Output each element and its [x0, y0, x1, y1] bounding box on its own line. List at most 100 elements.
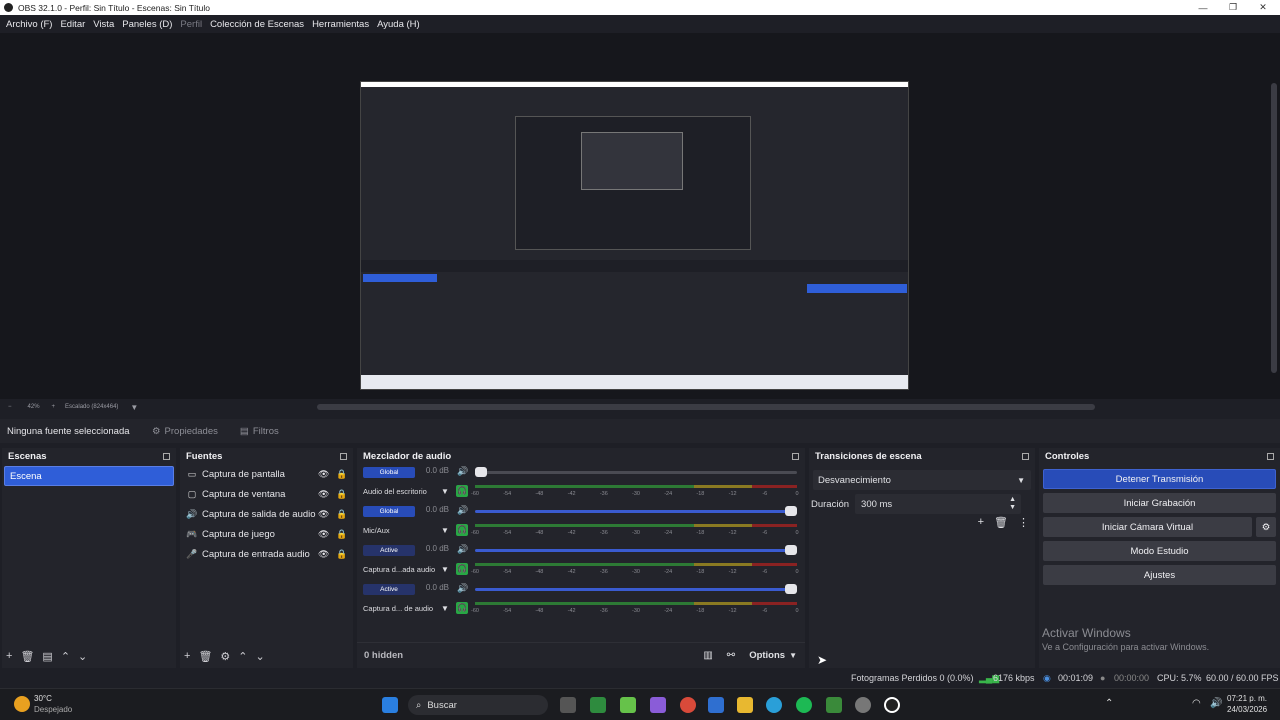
channel-badge[interactable]: Active	[363, 545, 415, 556]
preview-area[interactable]	[0, 33, 1280, 399]
settings-app-icon[interactable]	[855, 697, 871, 713]
undock-icon[interactable]	[340, 452, 347, 460]
options-button[interactable]: Options	[749, 650, 785, 661]
lock-icon[interactable]: 🔒	[336, 489, 347, 500]
menu-editar[interactable]: Editar	[60, 19, 85, 30]
trash-icon[interactable]: 🗑	[198, 650, 212, 663]
headphones-icon[interactable]: 🎧	[456, 485, 468, 497]
close-icon[interactable]: ✕	[1248, 0, 1278, 15]
start-recording-button[interactable]: Iniciar Grabación	[1043, 493, 1276, 513]
chevron-down-icon[interactable]: ▼	[441, 487, 449, 496]
chevron-up-icon[interactable]: ⌃	[1105, 698, 1113, 709]
menu-perfil[interactable]: Perfil	[180, 19, 202, 30]
preview-horizontal-scrollbar[interactable]	[317, 404, 1095, 410]
eye-icon[interactable]: 👁	[318, 529, 329, 540]
minimize-icon[interactable]: —	[1188, 0, 1218, 15]
volume-slider[interactable]	[475, 588, 797, 591]
speaker-icon[interactable]: 🔊	[457, 466, 468, 477]
chevron-up-icon[interactable]: ⌃	[238, 650, 247, 663]
channel-badge[interactable]: Global	[363, 506, 415, 517]
spotify-icon[interactable]	[796, 697, 812, 713]
chrome-icon[interactable]	[680, 697, 696, 713]
app-icon[interactable]	[650, 697, 666, 713]
zoom-dropdown-icon[interactable]: ▼	[130, 403, 138, 412]
eye-icon[interactable]: 👁	[318, 469, 329, 480]
weather-icon[interactable]	[14, 696, 30, 712]
filter-icon[interactable]: ▤	[42, 650, 52, 663]
duration-spinbox[interactable]: 300 ms ▲ ▼	[855, 494, 1022, 514]
undock-icon[interactable]	[1022, 452, 1029, 460]
volume-slider-handle[interactable]	[785, 506, 797, 516]
headphones-icon[interactable]: 🎧	[456, 524, 468, 536]
preview-canvas[interactable]	[360, 81, 909, 390]
menu-coleccion[interactable]: Colección de Escenas	[210, 19, 304, 30]
edge-icon[interactable]	[766, 697, 782, 713]
trash-icon[interactable]: 🗑	[20, 650, 34, 663]
source-item[interactable]: 🔊 Captura de salida de audio 👁 🔒	[180, 504, 353, 524]
hidden-count[interactable]: 0 hidden	[364, 650, 403, 661]
minecraft-icon[interactable]	[826, 697, 842, 713]
chevron-down-icon[interactable]: ▼	[789, 651, 797, 660]
speaker-icon[interactable]: 🔊	[457, 505, 468, 516]
add-icon[interactable]: +	[184, 650, 190, 663]
clock-date[interactable]: 24/03/2026	[1227, 705, 1267, 714]
speaker-icon[interactable]: 🔊	[457, 583, 468, 594]
source-item[interactable]: ▢ Captura de ventana 👁 🔒	[180, 484, 353, 504]
undock-icon[interactable]	[792, 452, 799, 460]
spin-arrows-icon[interactable]: ▲ ▼	[1009, 496, 1016, 512]
eye-icon[interactable]: 👁	[318, 489, 329, 500]
headphones-icon[interactable]: 🎧	[456, 602, 468, 614]
task-view-icon[interactable]	[560, 697, 576, 713]
volume-icon[interactable]: 🔊	[1210, 698, 1222, 709]
speaker-icon[interactable]: 🔊	[457, 544, 468, 555]
transition-select[interactable]: Desvanecimiento ▼	[813, 470, 1031, 490]
gear-icon[interactable]: ⚙	[1256, 517, 1276, 537]
undock-icon[interactable]	[163, 452, 170, 460]
preview-vertical-scrollbar[interactable]	[1271, 83, 1277, 373]
menu-archivo[interactable]: Archivo (F)	[6, 19, 52, 30]
chevron-down-icon[interactable]: ⌄	[78, 650, 87, 663]
headphones-icon[interactable]: 🎧	[456, 563, 468, 575]
menu-ayuda[interactable]: Ayuda (H)	[377, 19, 420, 30]
layout-icon[interactable]: ▥	[703, 650, 712, 661]
chevron-up-icon[interactable]: ⌃	[61, 650, 70, 663]
app-icon[interactable]	[590, 697, 606, 713]
volume-slider[interactable]	[475, 549, 797, 552]
source-item[interactable]: ▭ Captura de pantalla 👁 🔒	[180, 464, 353, 484]
taskbar-search[interactable]: ⌕ Buscar	[408, 695, 548, 715]
windows-start-icon[interactable]	[382, 697, 398, 713]
add-icon[interactable]: +	[978, 516, 984, 529]
volume-slider[interactable]	[475, 510, 797, 513]
maximize-icon[interactable]: ❐	[1218, 0, 1248, 15]
wifi-icon[interactable]: ◠	[1192, 698, 1201, 709]
eye-icon[interactable]: 👁	[318, 509, 329, 520]
trash-icon[interactable]: 🗑	[994, 516, 1008, 529]
source-item[interactable]: 🎤 Captura de entrada audio 👁 🔒	[180, 544, 353, 564]
volume-slider[interactable]	[475, 471, 797, 474]
settings-button[interactable]: Ajustes	[1043, 565, 1276, 585]
volume-slider-handle[interactable]	[785, 545, 797, 555]
obs-taskbar-icon[interactable]	[884, 697, 900, 713]
more-icon[interactable]: ⋮	[1018, 516, 1029, 529]
start-virtual-camera-button[interactable]: Iniciar Cámara Virtual	[1043, 517, 1252, 537]
undock-icon[interactable]	[1267, 452, 1274, 460]
chevron-down-icon[interactable]: ▼	[441, 565, 449, 574]
lock-icon[interactable]: 🔒	[336, 549, 347, 560]
studio-mode-button[interactable]: Modo Estudio	[1043, 541, 1276, 561]
lock-icon[interactable]: 🔒	[336, 469, 347, 480]
scene-item[interactable]: Escena	[4, 466, 174, 486]
channel-badge[interactable]: Active	[363, 584, 415, 595]
clock-time[interactable]: 07:21 p. m.	[1227, 694, 1267, 703]
lock-icon[interactable]: 🔒	[336, 529, 347, 540]
properties-button[interactable]: ⚙ Propiedades	[152, 426, 218, 437]
menu-herramientas[interactable]: Herramientas	[312, 19, 369, 30]
eye-icon[interactable]: 👁	[318, 549, 329, 560]
link-icon[interactable]: ⚯	[727, 650, 735, 661]
volume-slider-handle[interactable]	[785, 584, 797, 594]
menu-vista[interactable]: Vista	[93, 19, 114, 30]
stop-stream-button[interactable]: Detener Transmisión	[1043, 469, 1276, 489]
zoom-out-icon[interactable]: −	[8, 404, 12, 410]
zoom-in-icon[interactable]: +	[52, 404, 56, 410]
menu-paneles[interactable]: Paneles (D)	[122, 19, 172, 30]
source-item[interactable]: 🎮 Captura de juego 👁 🔒	[180, 524, 353, 544]
